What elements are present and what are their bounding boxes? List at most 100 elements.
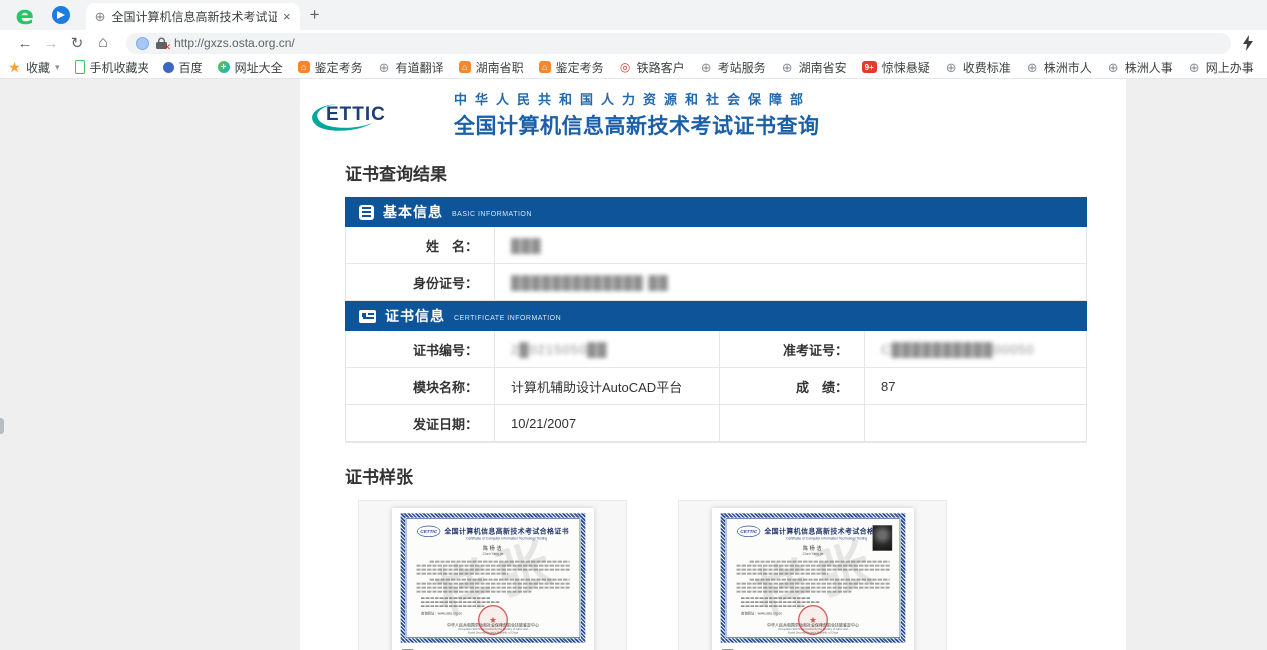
- certificate-photo: [872, 524, 892, 550]
- sidebar-handle[interactable]: [0, 418, 4, 434]
- back-icon[interactable]: ←: [12, 35, 38, 52]
- target-icon: ◎: [619, 61, 632, 74]
- site-title: 全国计算机信息高新技术考试证书查询: [454, 110, 820, 140]
- sample-section-title: 证书样张: [345, 463, 1126, 488]
- basic-info-grid: 姓 名： ███ 身份证号： █████████████ ██: [346, 227, 1086, 301]
- bookmarks-bar: ★收藏▾手机收藏夹百度+网址大全⌂鉴定考务⊕有道翻译⌂湖南省职⌂鉴定考务◎铁路客…: [0, 56, 1267, 79]
- certificate-samples: CETTIC 全国计算机信息高新技术考试合格证书 Certificate of …: [358, 500, 1126, 650]
- certificate-body-text: [736, 560, 889, 592]
- bookmark-item[interactable]: 手机收藏夹: [75, 59, 148, 76]
- name-label: 姓 名：: [346, 227, 494, 264]
- bookmark-label: 株洲市人: [1044, 59, 1092, 76]
- bookmark-label: 考站服务: [718, 59, 766, 76]
- basic-info-title: 基本信息: [383, 202, 443, 222]
- certificate-subtitle: Certificate of Computer Information Tech…: [444, 536, 569, 540]
- bookmark-item[interactable]: ⌂湖南省职: [459, 59, 524, 76]
- module-name-label: 模块名称：: [346, 368, 494, 405]
- empty-label-cell: [719, 405, 864, 442]
- bookmark-label: 百度: [179, 59, 203, 76]
- bookmark-item[interactable]: ⌂鉴定考务: [298, 59, 363, 76]
- home-icon[interactable]: ⌂: [90, 34, 116, 52]
- bookmark-item[interactable]: ⊕网上办事: [1188, 59, 1254, 76]
- certificate-sample-card: CETTIC 全国计算机信息高新技术考试合格证书 Certificate of …: [678, 500, 947, 650]
- badge9-icon: 9+: [862, 61, 877, 73]
- certificate-title: 全国计算机信息高新技术考试合格证书: [764, 525, 889, 535]
- nav-icon: +: [218, 61, 230, 73]
- lightning-icon[interactable]: [1241, 35, 1255, 51]
- list-icon: [359, 205, 374, 220]
- new-tab-button[interactable]: +: [310, 5, 320, 25]
- globe-icon: ⊕: [378, 61, 391, 74]
- caret-down-icon[interactable]: ▾: [55, 62, 60, 73]
- certificate-info-subtitle: CERTIFICATE INFORMATION: [454, 315, 561, 322]
- red-seal-icon: [797, 604, 827, 634]
- certificate-info-grid: 证书编号： 2█0215050██ 准考证号： C██████████00050…: [346, 331, 1086, 442]
- site-header: ETTIC 中华人民共和国人力资源和社会保障部 全国计算机信息高新技术考试证书查…: [300, 79, 1126, 140]
- issue-date-value: 10/21/2007: [494, 405, 719, 442]
- globe-icon: ⊕: [1107, 61, 1120, 74]
- insecure-x-mark: ✕: [163, 43, 171, 52]
- bookmark-item[interactable]: ⊕湖南省安: [781, 59, 847, 76]
- bookmark-item[interactable]: ⊕株洲市人: [1026, 59, 1092, 76]
- exam-card-no-value: C██████████00050: [864, 331, 1086, 368]
- certificate-border: CETTIC 全国计算机信息高新技术考试合格证书 Certificate of …: [400, 513, 585, 642]
- certificate-info-header: 证书信息 CERTIFICATE INFORMATION: [345, 301, 1087, 331]
- globe-icon: ⊕: [700, 61, 713, 74]
- certificate-holder-name: 陈杨洁: [409, 544, 576, 551]
- page-background: ETTIC 中华人民共和国人力资源和社会保障部 全国计算机信息高新技术考试证书查…: [0, 79, 1267, 650]
- ministry-line: 中华人民共和国人力资源和社会保障部: [454, 89, 820, 108]
- globe-icon: ⊕: [945, 61, 958, 74]
- bookmark-label: 网上办事: [1206, 59, 1254, 76]
- tab-close-icon[interactable]: ×: [283, 9, 291, 24]
- bookmark-label: 有道翻译: [396, 59, 444, 76]
- tab-title: 全国计算机信息高新技术考试证: [112, 8, 278, 25]
- bookmark-label: 湖南省职: [476, 59, 524, 76]
- id-number-label: 身份证号：: [346, 264, 494, 301]
- home-icon: ⌂: [539, 61, 551, 73]
- bookmark-item[interactable]: ⊕ 考站服务: [700, 59, 766, 76]
- url-field[interactable]: ✕ http://gxzs.osta.org.cn/: [126, 33, 1231, 54]
- bookmark-label: 手机收藏夹: [90, 59, 148, 76]
- home-icon: ⌂: [298, 61, 310, 73]
- certificate-sample-image: CETTIC 全国计算机信息高新技术考试合格证书 Certificate of …: [712, 508, 914, 650]
- basic-info-header: 基本信息 BASIC INFORMATION: [345, 197, 1087, 227]
- reload-icon[interactable]: ↻: [64, 34, 90, 52]
- globe-icon: ⊕: [781, 61, 794, 74]
- bookmark-item[interactable]: ★收藏▾: [8, 59, 60, 76]
- bookmark-label: 铁路客户: [637, 59, 685, 76]
- name-value: ███: [494, 227, 1086, 264]
- paw-icon: [163, 62, 174, 73]
- phone-icon: [75, 60, 85, 74]
- certificate-holder-name: 陈杨洁: [729, 544, 896, 551]
- bookmark-item[interactable]: 9+ 惊悚悬疑: [862, 59, 930, 76]
- bookmark-item[interactable]: 百度: [163, 59, 203, 76]
- browser-window: e ⊕ 全国计算机信息高新技术考试证 × + ← → ↻ ⌂ ✕ http://…: [0, 0, 1267, 650]
- certificate-title: 全国计算机信息高新技术考试合格证书: [444, 525, 569, 535]
- result-table: 基本信息 BASIC INFORMATION 姓 名： ███ 身份证号： ██…: [345, 197, 1087, 443]
- bookmark-label: 收费标准: [963, 59, 1011, 76]
- bookmark-item[interactable]: +网址大全: [218, 59, 283, 76]
- bookmark-item[interactable]: ⊕株洲人事: [1107, 59, 1173, 76]
- bookmark-item[interactable]: ⊕ 有道翻译: [378, 59, 444, 76]
- results-section-title: 证书查询结果: [345, 160, 1126, 185]
- certificate-sample-card: CETTIC 全国计算机信息高新技术考试合格证书 Certificate of …: [358, 500, 627, 650]
- certificate-no-value: 2█0215050██: [494, 331, 719, 368]
- bookmark-item[interactable]: ⊕ 收费标准: [945, 59, 1011, 76]
- insecure-lock-icon[interactable]: ✕: [156, 37, 167, 50]
- certificate-sample-image: CETTIC 全国计算机信息高新技术考试合格证书 Certificate of …: [392, 508, 594, 650]
- certificate-subtitle: Certificate of Computer Information Tech…: [764, 536, 889, 540]
- certificate-no-label: 证书编号：: [346, 331, 494, 368]
- forward-icon[interactable]: →: [38, 35, 64, 52]
- browser-360-logo-icon[interactable]: e: [16, 3, 35, 29]
- basic-info-subtitle: BASIC INFORMATION: [452, 211, 532, 218]
- bookmark-item[interactable]: ⌂ 鉴定考务: [539, 59, 604, 76]
- bookmark-label: 鉴定考务: [556, 59, 604, 76]
- browser-tab[interactable]: ⊕ 全国计算机信息高新技术考试证 ×: [86, 3, 300, 30]
- send-circle-icon[interactable]: [52, 6, 70, 24]
- bookmark-label: 惊悚悬疑: [882, 59, 930, 76]
- bookmark-item[interactable]: ◎ 铁路客户: [619, 59, 685, 76]
- exam-card-no-label: 准考证号：: [719, 331, 864, 368]
- address-bar: ← → ↻ ⌂ ✕ http://gxzs.osta.org.cn/: [0, 30, 1267, 56]
- certificate-logo-icon: CETTIC: [416, 525, 439, 536]
- site-mode-icon[interactable]: [136, 37, 149, 50]
